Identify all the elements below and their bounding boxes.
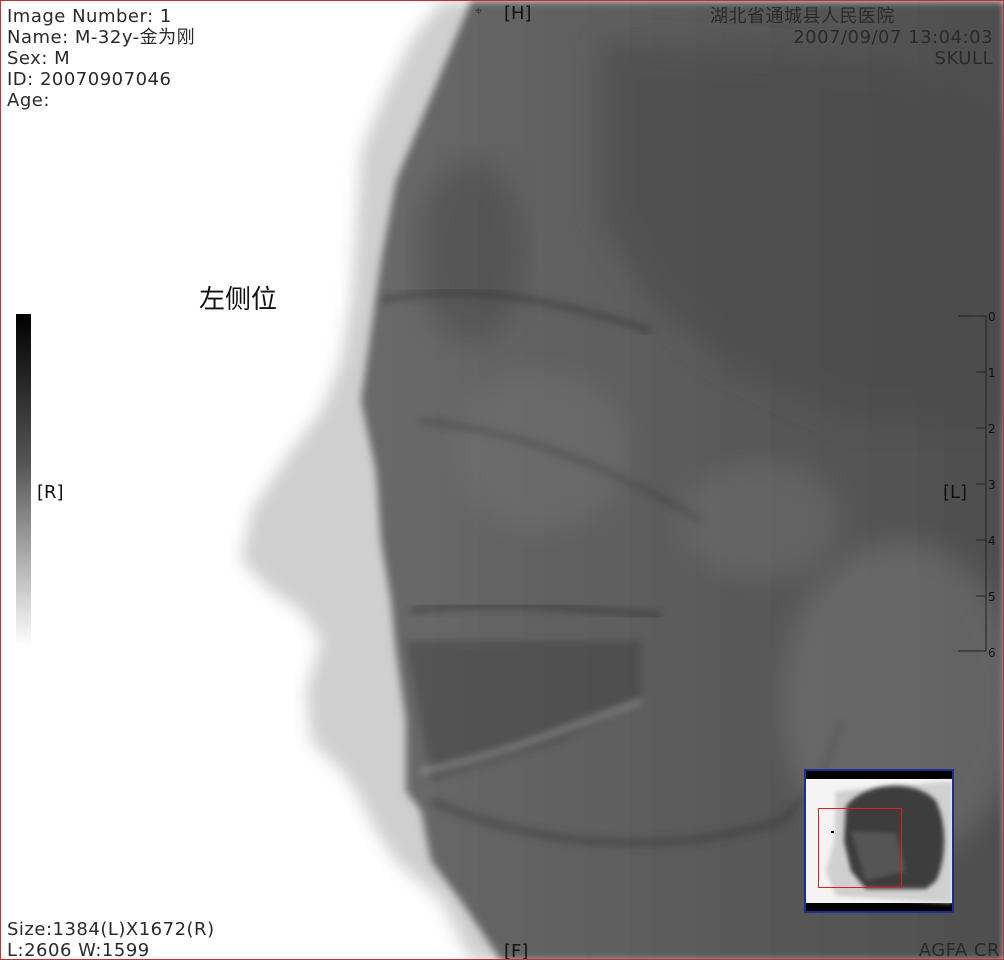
image-size: Size:1384(L)X1672(R) [7, 919, 215, 940]
scale-ruler: 0 1 2 3 4 5 6 [956, 311, 1001, 661]
orientation-left: [R] [37, 482, 64, 503]
hospital-name: 湖北省通城县人民医院 [710, 6, 895, 27]
ruler-label: 4 [988, 534, 996, 548]
ruler-label: 6 [988, 646, 996, 660]
pin-marker-icon: ⌖ [475, 4, 483, 19]
ruler-label: 0 [988, 310, 996, 324]
patient-name: Name: M-32y-金为刚 [7, 27, 196, 48]
view-label: 左侧位 [199, 285, 278, 315]
grayscale-bar [16, 314, 31, 646]
ruler-label: 3 [988, 478, 996, 492]
ruler-label: 1 [988, 366, 996, 380]
ruler-label: 2 [988, 422, 996, 436]
navigator-thumbnail[interactable] [804, 769, 954, 913]
patient-sex: Sex: M [7, 48, 71, 69]
level-window: L:2606 W:1599 [7, 940, 150, 960]
study-datetime: 2007/09/07 13:04:03 [793, 27, 993, 48]
orientation-top: [H] [504, 3, 532, 24]
vendor-label: AGFA CR [918, 940, 1000, 960]
dicom-viewer: Image Number: 1 Name: M-32y-金为刚 Sex: M I… [0, 0, 1004, 960]
patient-age: Age: [7, 90, 50, 111]
orientation-bottom: [F] [504, 941, 529, 960]
viewport-roi[interactable] [818, 808, 902, 888]
patient-id: ID: 20070907046 [7, 69, 172, 90]
body-part: SKULL [934, 48, 993, 69]
image-number: Image Number: 1 [7, 6, 172, 27]
ruler-label: 5 [988, 590, 996, 604]
